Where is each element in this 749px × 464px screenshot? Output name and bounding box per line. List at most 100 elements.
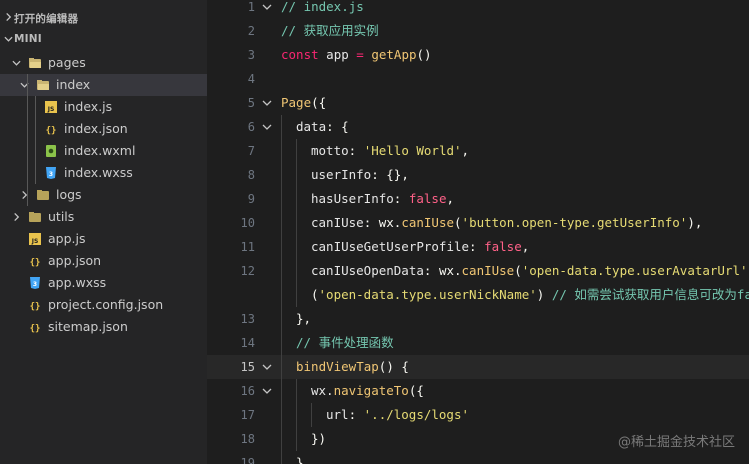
- code-token: '../logs/logs': [363, 407, 469, 422]
- tree-item-label: sitemap.json: [48, 319, 128, 334]
- tree-item-app-json[interactable]: {} app.json: [0, 250, 207, 272]
- code-token: ): [536, 287, 552, 302]
- code-line[interactable]: 16 wx.navigateTo({: [207, 379, 749, 403]
- folder-open-icon: [29, 58, 41, 68]
- fold-chevron-icon[interactable]: [262, 98, 272, 108]
- code-token: const: [281, 47, 319, 62]
- code-text: url: '../logs/logs': [326, 403, 469, 427]
- code-text: // 事件处理函数: [296, 331, 394, 355]
- svg-text:JS: JS: [47, 106, 55, 113]
- code-line[interactable]: 11 canIUseGetUserProfile: false,: [207, 235, 749, 259]
- tree-indent-guide: [35, 96, 36, 184]
- indent-guide: [296, 259, 297, 283]
- tree-item-label: utils: [48, 209, 75, 224]
- fold-chevron-icon[interactable]: [262, 362, 272, 372]
- code-line[interactable]: 12 canIUseOpenData: wx.canIUse('open-data…: [207, 259, 749, 283]
- code-token: :: [348, 407, 364, 422]
- code-token: hasUserInfo: [311, 191, 394, 206]
- code-token: : {: [326, 119, 349, 134]
- tree-item-label: index.js: [64, 99, 113, 114]
- code-line[interactable]: 8 userInfo: {},: [207, 163, 749, 187]
- tree-item-index-js[interactable]: JS index.js: [0, 96, 207, 118]
- open-editors-header[interactable]: 打开的编辑器: [0, 7, 207, 29]
- code-token: () {: [378, 359, 409, 374]
- indent-guide: [296, 283, 297, 307]
- code-line[interactable]: 1 // index.js: [207, 0, 749, 19]
- line-number: 19: [240, 456, 255, 464]
- code-line[interactable]: 14 // 事件处理函数: [207, 331, 749, 355]
- code-text: data: {: [296, 115, 349, 139]
- tree-item-sitemap-json[interactable]: {} sitemap.json: [0, 316, 207, 338]
- tree-item-pages[interactable]: pages: [0, 52, 207, 74]
- code-line[interactable]: 2 // 获取应用实例: [207, 19, 749, 43]
- indent-guide: [281, 355, 282, 379]
- js-file-icon: JS: [45, 101, 57, 113]
- tree-item-label: project.config.json: [48, 297, 164, 312]
- tree-item-label: index.wxml: [64, 143, 136, 158]
- code-line[interactable]: 13},: [207, 307, 749, 331]
- code-token: ,: [461, 143, 470, 158]
- code-token: ,: [446, 191, 455, 206]
- code-token: :: [469, 239, 485, 254]
- code-line[interactable]: 10 canIUse: wx.canIUse('button.open-type.…: [207, 211, 749, 235]
- code-token: false: [484, 239, 522, 254]
- tree-item-utils[interactable]: utils: [0, 206, 207, 228]
- code-token: : wx.: [363, 215, 402, 230]
- code-token: =: [356, 47, 364, 62]
- indent-guide: [311, 403, 312, 427]
- code-token: navigateTo: [333, 383, 409, 398]
- tree-item-app-js[interactable]: JS app.js: [0, 228, 207, 250]
- tree-item-label: app.wxss: [48, 275, 107, 290]
- tree-item-label: index.json: [64, 121, 128, 136]
- fold-chevron-icon[interactable]: [262, 122, 272, 132]
- tree-item-label: logs: [56, 187, 82, 202]
- code-token: wx.: [311, 383, 334, 398]
- code-token: // 获取应用实例: [281, 23, 379, 38]
- tree-item-project-config-json[interactable]: {} project.config.json: [0, 294, 207, 316]
- code-line[interactable]: 3 const app = getApp(): [207, 43, 749, 67]
- json-file-icon: {}: [30, 324, 41, 334]
- code-line[interactable]: 15 bindViewTap() {: [207, 355, 749, 379]
- folder-icon: [29, 212, 41, 222]
- fold-chevron-icon[interactable]: [262, 386, 272, 396]
- code-text: motto: 'Hello World',: [311, 139, 469, 163]
- tree-item-index-json[interactable]: {} index.json: [0, 118, 207, 140]
- svg-text:3: 3: [49, 171, 53, 178]
- line-number: 5: [247, 96, 255, 110]
- code-line[interactable]: 5 Page({: [207, 91, 749, 115]
- code-token: (: [454, 215, 462, 230]
- code-line[interactable]: 4: [207, 67, 749, 91]
- indent-guide: [281, 235, 282, 259]
- code-token: ),: [687, 215, 703, 230]
- svg-text:{}: {}: [46, 126, 57, 136]
- code-line[interactable]: ('open-data.type.userNickName') // 如需尝试获…: [207, 283, 749, 307]
- code-text: }): [311, 427, 326, 451]
- svg-text:JS: JS: [31, 238, 39, 245]
- fold-chevron-icon[interactable]: [262, 2, 272, 12]
- code-token: :: [393, 191, 409, 206]
- tree-item-label: pages: [48, 55, 86, 70]
- tree-item-index-wxml[interactable]: index.wxml: [0, 140, 207, 162]
- project-header[interactable]: MINI: [0, 29, 207, 51]
- code-line[interactable]: 7 motto: 'Hello World',: [207, 139, 749, 163]
- tree-item-label: index: [56, 77, 91, 92]
- code-line[interactable]: 9 hasUserInfo: false,: [207, 187, 749, 211]
- line-number: 16: [240, 384, 255, 398]
- indent-guide: [281, 451, 282, 464]
- tree-item-index[interactable]: index: [0, 74, 207, 96]
- indent-guide: [281, 115, 282, 139]
- line-number: 7: [247, 144, 255, 158]
- tree-item-index-wxss[interactable]: 3 index.wxss: [0, 162, 207, 184]
- indent-guide: [281, 307, 282, 331]
- code-editor[interactable]: 1 // index.js 2 // 获取应用实例 3 const app = getAp…: [207, 0, 749, 464]
- tree-item-logs[interactable]: logs: [0, 184, 207, 206]
- indent-guide: [281, 163, 282, 187]
- code-token: motto: [311, 143, 349, 158]
- code-line[interactable]: 17 url: '../logs/logs': [207, 403, 749, 427]
- code-line[interactable]: 6 data: {: [207, 115, 749, 139]
- line-number: 10: [240, 216, 255, 230]
- tree-item-app-wxss[interactable]: 3 app.wxss: [0, 272, 207, 294]
- svg-text:3: 3: [33, 281, 37, 288]
- code-line[interactable]: 19},: [207, 451, 749, 464]
- code-token: :: [348, 143, 364, 158]
